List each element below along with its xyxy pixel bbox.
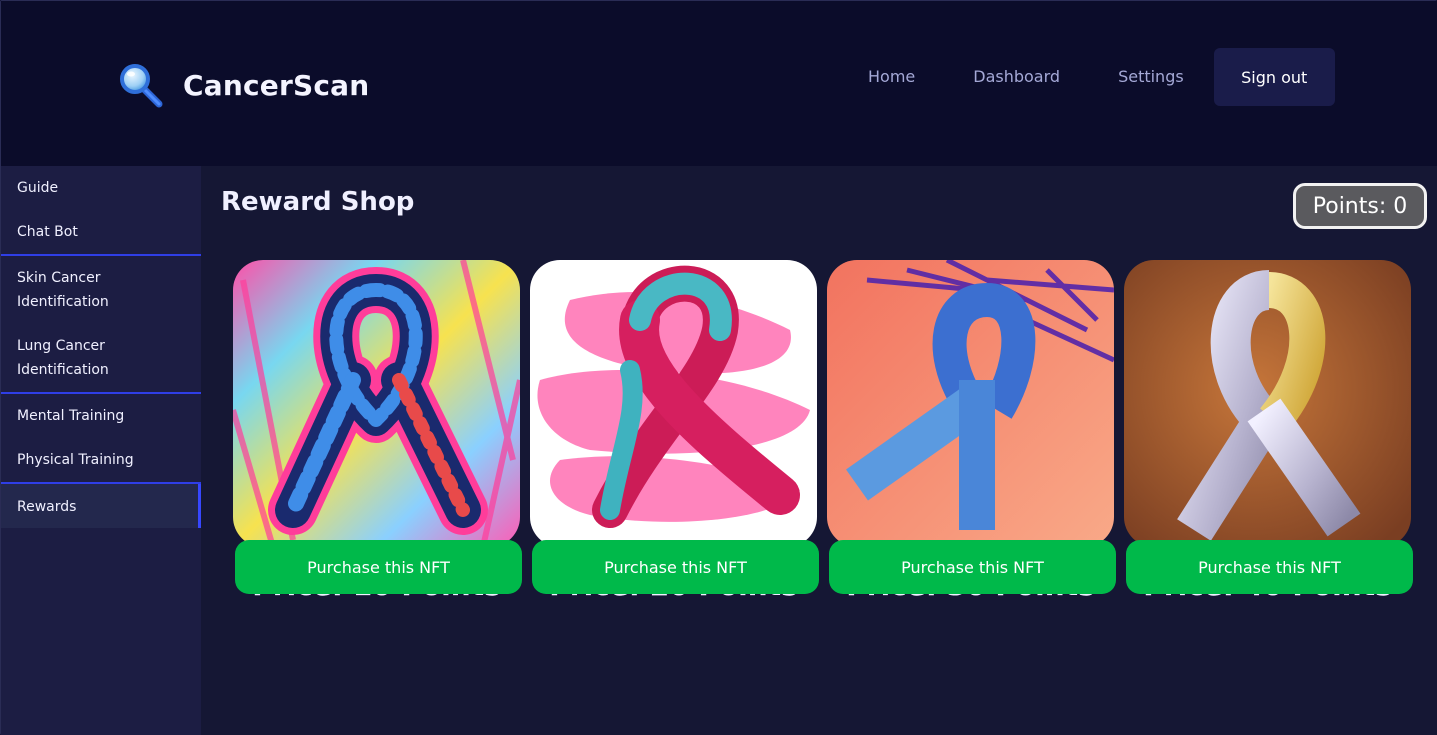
sidebar: Guide Chat Bot Skin Cancer Identificatio… bbox=[1, 166, 201, 735]
ribbon-art-neon-icon[interactable] bbox=[233, 260, 520, 547]
sign-out-button[interactable]: Sign out bbox=[1213, 48, 1335, 106]
nav-dashboard-link[interactable]: Dashboard bbox=[944, 48, 1089, 106]
nav-settings-link[interactable]: Settings bbox=[1089, 48, 1213, 106]
page-title: Reward Shop bbox=[221, 187, 415, 217]
sidebar-item-lung-cancer[interactable]: Lung Cancer Identification bbox=[1, 324, 201, 392]
ribbon-blue-on-coral-icon[interactable] bbox=[827, 260, 1114, 547]
ribbon-art-pink-teal-icon[interactable] bbox=[530, 260, 817, 547]
magnifier-icon bbox=[120, 64, 163, 108]
purchase-nft-button[interactable]: Purchase this NFT bbox=[235, 540, 522, 594]
sidebar-item-guide[interactable]: Guide bbox=[1, 166, 201, 210]
main-content: Reward Shop Points: 0 Purchase this NFT … bbox=[201, 166, 1437, 735]
points-badge: Points: 0 bbox=[1293, 183, 1427, 229]
sidebar-item-mental-training[interactable]: Mental Training bbox=[1, 394, 201, 438]
purchase-nft-button[interactable]: Purchase this NFT bbox=[532, 540, 819, 594]
top-header: CancerScan Home Dashboard Settings Sign … bbox=[1, 1, 1437, 166]
top-nav: Home Dashboard Settings Sign out bbox=[839, 48, 1335, 106]
sidebar-item-rewards[interactable]: Rewards bbox=[1, 484, 201, 528]
app-window: CancerScan Home Dashboard Settings Sign … bbox=[0, 0, 1437, 735]
sidebar-item-skin-cancer[interactable]: Skin Cancer Identification bbox=[1, 256, 201, 324]
sidebar-item-physical-training[interactable]: Physical Training bbox=[1, 438, 201, 482]
sidebar-item-chat-bot[interactable]: Chat Bot bbox=[1, 210, 201, 254]
app-name: CancerScan bbox=[183, 68, 370, 102]
brand-logo[interactable]: CancerScan bbox=[117, 61, 369, 109]
purchase-nft-button[interactable]: Purchase this NFT bbox=[1126, 540, 1413, 594]
nav-home-link[interactable]: Home bbox=[839, 48, 944, 106]
purchase-nft-button[interactable]: Purchase this NFT bbox=[829, 540, 1116, 594]
ribbon-silver-gold-icon[interactable] bbox=[1124, 260, 1411, 547]
